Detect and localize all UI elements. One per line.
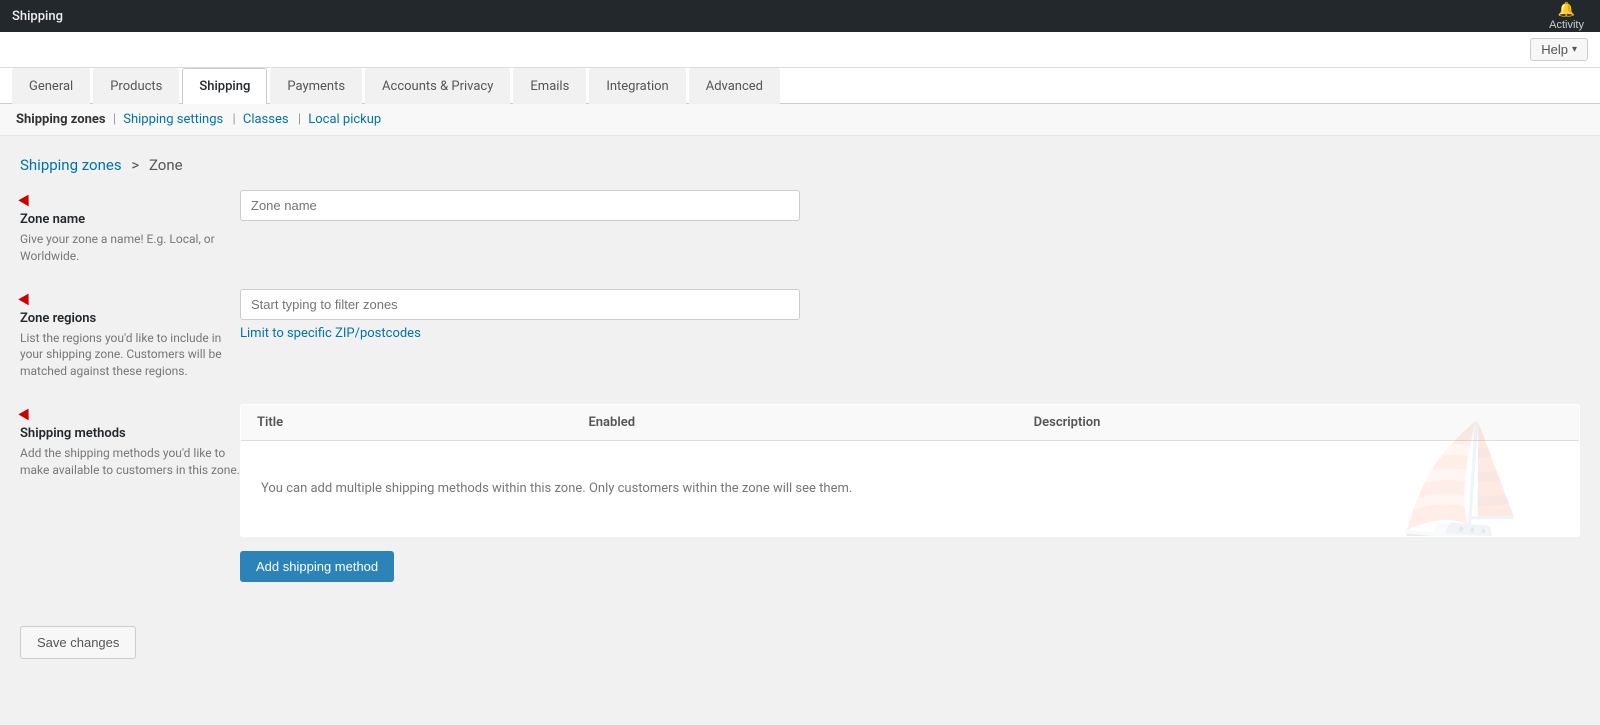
shipping-methods-label-col: Shipping methods Add the shipping method… [20, 404, 240, 582]
breadcrumb-current: Zone [149, 156, 183, 174]
tab-general[interactable]: General [12, 68, 90, 104]
zone-regions-arrow-indicator [18, 290, 33, 305]
subnav-local-pickup[interactable]: Local pickup [308, 112, 381, 127]
subnav-shipping-settings[interactable]: Shipping settings [123, 112, 223, 127]
zone-name-description: Give your zone a name! E.g. Local, or Wo… [20, 231, 240, 265]
help-dropdown-button[interactable]: Help ▾ [1530, 38, 1588, 61]
tab-advanced[interactable]: Advanced [689, 68, 780, 104]
zip-postcodes-link[interactable]: Limit to specific ZIP/postcodes [240, 326, 421, 341]
top-bar: Shipping 🔔 Activity [0, 0, 1600, 32]
zone-name-label-col: Zone name Give your zone a name! E.g. Lo… [20, 190, 240, 265]
zone-regions-row: Zone regions List the regions you'd like… [20, 289, 1580, 380]
table-header: Title Enabled Description [241, 404, 1580, 440]
col-description: Description [1018, 404, 1580, 440]
tab-accounts[interactable]: Accounts & Privacy [365, 68, 510, 104]
zone-name-label: Zone name [20, 212, 240, 227]
table-empty-message: You can add multiple shipping methods wi… [241, 440, 1580, 536]
tab-payments[interactable]: Payments [270, 68, 362, 104]
shipping-methods-description: Add the shipping methods you'd like to m… [20, 445, 240, 479]
tabs: General Products Shipping Payments Accou… [12, 68, 1588, 103]
breadcrumb-parent[interactable]: Shipping zones [20, 156, 122, 174]
activity-button[interactable]: 🔔 Activity [1545, 1, 1588, 31]
add-shipping-method-button[interactable]: Add shipping method [240, 551, 394, 582]
shipping-methods-field-col: Title Enabled Description You can add mu… [240, 404, 1580, 582]
activity-icon: 🔔 [1558, 1, 1575, 18]
zone-regions-field-col: Limit to specific ZIP/postcodes [240, 289, 1580, 380]
breadcrumb: Shipping zones > Zone [20, 156, 1580, 174]
main-content: Shipping zones > Zone Zone name Give you… [0, 136, 1600, 679]
top-bar-right: 🔔 Activity [1545, 1, 1588, 31]
zone-regions-input[interactable] [240, 289, 800, 320]
chevron-down-icon: ▾ [1572, 44, 1577, 55]
sub-nav: Shipping zones | Shipping settings | Cla… [0, 104, 1600, 136]
subnav-sep2: | [232, 112, 235, 127]
help-label: Help [1541, 42, 1568, 57]
subnav-sep1: | [113, 112, 116, 127]
tab-shipping[interactable]: Shipping [182, 68, 267, 104]
save-changes-button[interactable]: Save changes [20, 626, 136, 659]
tab-integration[interactable]: Integration [589, 68, 685, 104]
activity-label: Activity [1549, 19, 1584, 31]
zone-name-row: Zone name Give your zone a name! E.g. Lo… [20, 190, 1580, 265]
shipping-methods-arrow-indicator [18, 406, 33, 421]
col-enabled: Enabled [572, 404, 1017, 440]
subnav-classes[interactable]: Classes [243, 112, 289, 127]
page-title: Shipping [12, 9, 63, 24]
shipping-methods-row: Shipping methods Add the shipping method… [20, 404, 1580, 582]
shipping-methods-label: Shipping methods [20, 426, 240, 441]
tabs-container: General Products Shipping Payments Accou… [0, 68, 1600, 104]
zone-regions-label-col: Zone regions List the regions you'd like… [20, 289, 240, 380]
subnav-shipping-zones: Shipping zones [16, 112, 106, 127]
table-empty-row: You can add multiple shipping methods wi… [241, 440, 1580, 536]
zone-regions-description: List the regions you'd like to include i… [20, 330, 240, 380]
tab-emails[interactable]: Emails [513, 68, 586, 104]
shipping-methods-table: Title Enabled Description You can add mu… [240, 404, 1580, 537]
zone-name-field-col [240, 190, 1580, 265]
zone-name-input[interactable] [240, 190, 800, 221]
subnav-sep3: | [298, 112, 301, 127]
help-bar: Help ▾ [0, 32, 1600, 68]
zone-regions-label: Zone regions [20, 311, 240, 326]
col-title: Title [241, 404, 573, 440]
zone-name-arrow-indicator [18, 192, 33, 207]
tab-products[interactable]: Products [93, 68, 179, 104]
breadcrumb-separator: > [131, 156, 139, 174]
